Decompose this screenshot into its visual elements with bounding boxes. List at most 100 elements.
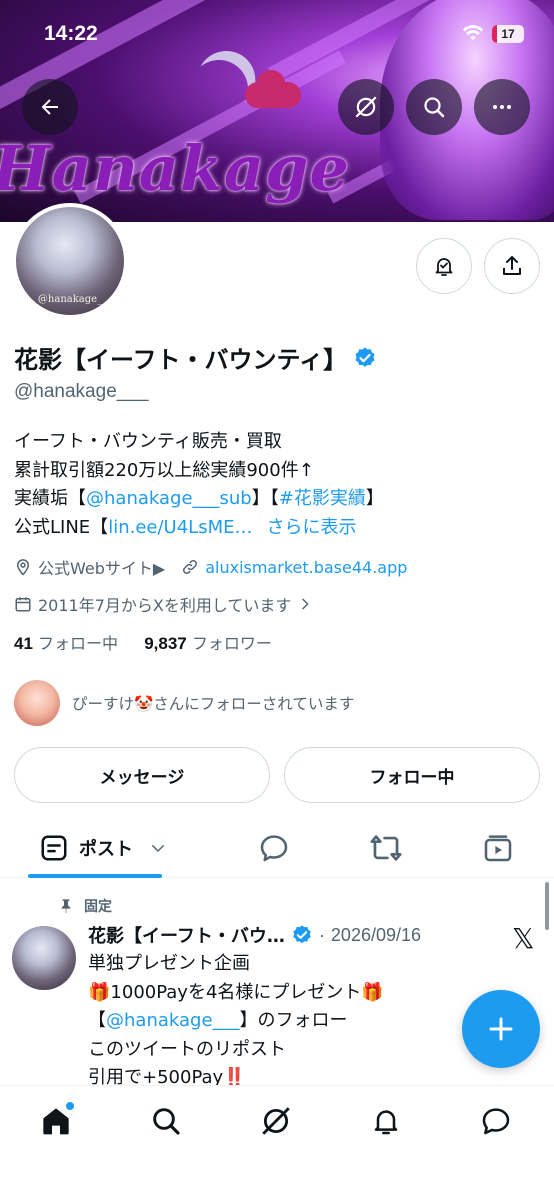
profile-name: 花影【イーフト・バウンティ】: [14, 346, 348, 374]
battery-level: 17: [501, 27, 515, 41]
following-button[interactable]: フォロー中: [284, 747, 540, 803]
pin-icon: [61, 899, 71, 914]
post-line: このツイートのリポスト: [88, 1038, 286, 1060]
profile-bio: イーフト・バウンティ販売・買取 累計取引額220万以上総実績900件↑ 実績垢【…: [14, 428, 384, 542]
repost-icon: [370, 835, 402, 861]
battery-indicator: 17: [492, 25, 524, 43]
followed-by-text: ぴーすけ🤡さんにフォローされています: [72, 695, 355, 713]
nav-home[interactable]: [26, 1096, 86, 1146]
banner-brand-text: Hanakage: [0, 132, 350, 205]
status-bar: 14:22 17: [0, 0, 554, 70]
chevron-right-icon: [302, 598, 309, 610]
bio-hashtag-link[interactable]: #花影実績: [279, 488, 366, 509]
grok-icon: [355, 96, 377, 118]
location-icon: [16, 559, 30, 576]
post-author-avatar[interactable]: [12, 926, 76, 990]
share-profile-button[interactable]: [484, 238, 540, 294]
bio-link-sub-account[interactable]: @hanakage___sub: [86, 488, 252, 509]
nav-search[interactable]: [136, 1096, 196, 1146]
notification-bell-icon: [435, 258, 453, 276]
post-author-name[interactable]: 花影【イーフト・バウ…: [88, 922, 285, 948]
bio-line: 累計取引額220万以上総実績900件↑: [14, 459, 314, 481]
followers-label: フォロワー: [191, 634, 272, 653]
more-icon: [493, 105, 511, 109]
search-button[interactable]: [406, 79, 462, 135]
scrollbar[interactable]: [545, 882, 549, 930]
following-stat[interactable]: 41 フォロー中: [14, 634, 118, 653]
avatar-caption: @hanakage_: [37, 294, 103, 305]
cloud-decoration: [245, 70, 301, 108]
back-button[interactable]: [22, 79, 78, 135]
post-list-icon: [41, 835, 67, 861]
profile-avatar[interactable]: @hanakage_: [12, 203, 128, 319]
post-mention-link[interactable]: @hanakage___: [106, 1010, 240, 1031]
post-text: 【: [88, 1010, 106, 1031]
nav-notifications[interactable]: [356, 1096, 416, 1146]
website-link[interactable]: aluxismarket.base44.app: [205, 558, 407, 577]
tab-posts-label: ポスト: [79, 839, 133, 860]
tab-media[interactable]: [468, 818, 528, 878]
media-icon: [484, 835, 512, 862]
nav-grok[interactable]: [246, 1096, 306, 1146]
show-more-link[interactable]: さらに表示: [266, 517, 356, 538]
profile-joined-row[interactable]: 2011年7月からXを利用しています: [14, 592, 313, 616]
more-button[interactable]: [474, 79, 530, 135]
bell-nav-icon: [374, 1110, 398, 1135]
follow-stats: 41 フォロー中 9,837 フォロワー: [14, 630, 272, 654]
verified-icon[interactable]: [353, 346, 377, 370]
bio-line-link[interactable]: lin.ee/U4LsME…: [108, 517, 252, 538]
status-time: 14:22: [44, 22, 98, 45]
post-text: 】のフォロー: [239, 1010, 348, 1031]
x-logo-icon: 𝕏: [512, 922, 535, 955]
plus-icon: [489, 1017, 513, 1041]
follower-avatar: [14, 680, 60, 726]
back-arrow-icon: [41, 99, 58, 115]
verified-icon: [293, 925, 311, 944]
post-line: 🎁1000Payを4名様にプレゼント🎁: [88, 981, 384, 1003]
post-header: 花影【イーフト・バウ… · 2026/09/16: [88, 922, 421, 948]
website-label: 公式Webサイト▶: [38, 559, 166, 578]
bio-line: 公式LINE【lin.ee/U4LsME… さらに表示: [14, 514, 384, 543]
pinned-indicator: 固定: [58, 896, 112, 916]
bio-line: イーフト・バウンティ販売・買取: [14, 431, 282, 452]
tab-replies[interactable]: [244, 818, 304, 878]
following-label: フォロー中: [38, 634, 119, 653]
reply-icon: [260, 835, 288, 862]
message-button[interactable]: メッセージ: [14, 747, 270, 803]
home-unread-dot: [66, 1102, 74, 1110]
notification-subscribe-button[interactable]: [416, 238, 472, 294]
search-icon: [424, 97, 445, 118]
share-icon: [503, 256, 521, 275]
post-body[interactable]: 単独プレゼント企画 🎁1000Payを4名様にプレゼント🎁 【@hanakage…: [88, 950, 384, 1093]
nav-messages[interactable]: [466, 1096, 526, 1146]
wifi-icon: [462, 25, 484, 41]
bio-text: 】【: [251, 488, 279, 509]
pinned-label: 固定: [84, 899, 112, 915]
profile-handle: @hanakage___: [14, 381, 149, 402]
followers-stat[interactable]: 9,837 フォロワー: [144, 634, 272, 653]
compose-button[interactable]: [462, 990, 540, 1068]
following-count: 41: [14, 634, 33, 653]
calendar-icon: [15, 597, 31, 612]
post-date[interactable]: 2026/09/16: [331, 925, 421, 946]
bio-line: 実績垢【@hanakage___sub】【#花影実績】: [14, 485, 384, 514]
tab-reposts[interactable]: [356, 818, 416, 878]
joined-date: 2011年7月からXを利用しています: [38, 596, 292, 615]
messages-icon: [482, 1108, 510, 1135]
profile-tabs: ポスト: [0, 818, 554, 878]
bio-text: 】: [365, 488, 384, 509]
followers-count: 9,837: [144, 634, 187, 653]
link-icon: [183, 559, 198, 575]
tab-posts[interactable]: ポスト: [28, 818, 178, 878]
followed-by-row[interactable]: ぴーすけ🤡さんにフォローされています: [14, 680, 354, 726]
grok-nav-icon: [262, 1107, 290, 1135]
post-line: 【@hanakage___】のフォロー: [88, 1007, 384, 1036]
post-line: 単独プレゼント企画: [88, 953, 250, 974]
search-nav-icon: [153, 1108, 180, 1135]
home-icon: [43, 1108, 69, 1135]
bio-text: 公式LINE【: [14, 516, 109, 538]
grok-button[interactable]: [338, 79, 394, 135]
active-tab-indicator: [28, 874, 162, 878]
profile-name-row: 花影【イーフト・バウンティ】: [14, 340, 377, 375]
chevron-down-icon: [152, 845, 164, 852]
